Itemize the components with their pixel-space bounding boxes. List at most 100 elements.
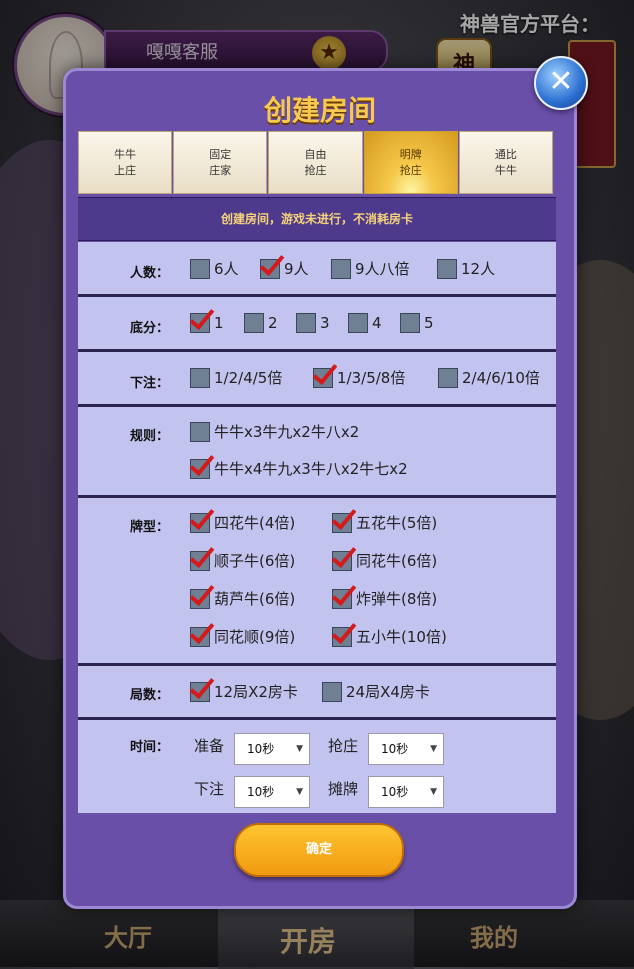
checkbox-icon[interactable] xyxy=(332,550,352,571)
option-label: 牛牛x4牛九x3牛八x2牛七x2 xyxy=(214,460,408,478)
option-label: 4 xyxy=(372,314,382,332)
row-label-base: 底分： xyxy=(130,321,170,336)
option-label: 24局X4房卡 xyxy=(346,683,430,701)
checkbox-icon[interactable] xyxy=(348,313,368,333)
time-select-value: 10秒 xyxy=(247,742,275,756)
checkbox-icon[interactable] xyxy=(332,626,352,647)
option-card-types[interactable]: 五小牛(10倍) xyxy=(332,626,447,647)
time-select-value: 10秒 xyxy=(247,785,275,799)
option-label: 牛牛x3牛九x2牛八x2 xyxy=(214,423,360,441)
time-select-value: 10秒 xyxy=(381,785,409,799)
option-card-types[interactable]: 四花牛(4倍) xyxy=(190,512,295,533)
checkbox-icon[interactable] xyxy=(296,313,316,333)
time-select-label: 摊牌 xyxy=(328,780,359,798)
checkbox-icon[interactable] xyxy=(190,458,210,479)
row-rounds: 局数： xyxy=(78,666,556,720)
option-label: 1/2/4/5倍 xyxy=(214,369,283,387)
row-label-time: 时间： xyxy=(130,740,170,755)
chevron-down-icon: ▼ xyxy=(296,787,303,797)
option-card-types[interactable]: 葫芦牛(6倍) xyxy=(190,588,295,609)
option-rounds[interactable]: 12局X2房卡 xyxy=(190,681,298,702)
close-icon[interactable]: ✕ xyxy=(534,56,588,110)
row-time: 时间： xyxy=(78,720,556,813)
checkbox-icon[interactable] xyxy=(190,421,210,442)
checkbox-icon[interactable] xyxy=(244,313,264,333)
time-select-label: 下注 xyxy=(194,780,225,798)
option-label: 12局X2房卡 xyxy=(214,683,298,701)
option-label: 五花牛(5倍) xyxy=(356,514,438,532)
option-label: 2 xyxy=(268,314,278,332)
tab-mode[interactable]: 自由 抢庄 xyxy=(268,131,363,194)
checkbox-icon[interactable] xyxy=(331,258,351,279)
option-label: 9人 xyxy=(284,260,309,278)
option-rules[interactable]: 牛牛x4牛九x3牛八x2牛七x2 xyxy=(190,458,408,479)
checkbox-icon[interactable] xyxy=(190,626,210,647)
checkbox-icon[interactable] xyxy=(332,588,352,609)
tab-mode[interactable]: 明牌 抢庄 xyxy=(363,131,458,194)
option-card-types[interactable]: 同花牛(6倍) xyxy=(332,550,437,571)
option-card-types[interactable]: 炸弹牛(8倍) xyxy=(332,588,437,609)
chevron-down-icon: ▼ xyxy=(430,787,437,797)
option-players[interactable]: 12人 xyxy=(437,258,495,279)
checkbox-icon[interactable] xyxy=(190,367,210,388)
option-base[interactable]: 5 xyxy=(400,313,434,333)
checkbox-icon[interactable] xyxy=(260,258,280,279)
time-select-label: 准备 xyxy=(194,737,225,755)
time-select[interactable]: 10秒 ▼ xyxy=(368,733,444,765)
option-label: 葫芦牛(6倍) xyxy=(214,590,296,608)
option-base[interactable]: 1 xyxy=(190,313,224,333)
tab-mode[interactable]: 通比 牛牛 xyxy=(458,131,554,194)
checkbox-icon[interactable] xyxy=(190,313,210,333)
option-label: 12人 xyxy=(461,260,496,278)
option-card-types[interactable]: 顺子牛(6倍) xyxy=(190,550,295,571)
option-players[interactable]: 6人 xyxy=(190,258,239,279)
option-bet[interactable]: 1/2/4/5倍 xyxy=(190,367,282,388)
checkbox-icon[interactable] xyxy=(400,313,420,333)
row-label-bet: 下注： xyxy=(130,376,170,391)
checkbox-icon[interactable] xyxy=(190,681,210,702)
option-card-types[interactable]: 五花牛(5倍) xyxy=(332,512,437,533)
option-base[interactable]: 3 xyxy=(296,313,330,333)
dialog-title: 创建房间 xyxy=(263,94,376,127)
option-bet[interactable]: 2/4/6/10倍 xyxy=(438,367,540,388)
option-label: 同花顺(9倍) xyxy=(214,628,296,646)
row-label-rounds: 局数： xyxy=(130,688,170,703)
option-rules[interactable]: 牛牛x3牛九x2牛八x2 xyxy=(190,421,359,442)
row-label-players: 人数： xyxy=(130,266,170,281)
option-label: 同花牛(6倍) xyxy=(356,552,438,570)
checkbox-icon[interactable] xyxy=(438,367,458,388)
option-label: 1/3/5/8倍 xyxy=(337,369,406,387)
option-label: 6人 xyxy=(214,260,239,278)
option-rounds[interactable]: 24局X4房卡 xyxy=(322,681,430,702)
confirm-button[interactable]: 确定 xyxy=(234,823,404,877)
option-players[interactable]: 9人八倍 xyxy=(331,258,410,279)
option-label: 顺子牛(6倍) xyxy=(214,552,296,570)
tab-mode[interactable]: 牛牛 上庄 xyxy=(78,131,173,194)
time-select-label: 抢庄 xyxy=(328,737,359,755)
option-label: 炸弹牛(8倍) xyxy=(356,590,438,608)
checkbox-icon[interactable] xyxy=(332,512,352,533)
option-players[interactable]: 9人 xyxy=(260,258,309,279)
tab-mode[interactable]: 固定 庄家 xyxy=(173,131,268,194)
checkbox-icon[interactable] xyxy=(190,512,210,533)
checkbox-icon[interactable] xyxy=(322,681,342,702)
option-base[interactable]: 2 xyxy=(244,313,278,333)
time-select-value: 10秒 xyxy=(381,742,409,756)
checkbox-icon[interactable] xyxy=(190,588,210,609)
notice-banner: 创建房间，游戏未进行，不消耗房卡 xyxy=(78,197,556,241)
option-label: 五小牛(10倍) xyxy=(356,628,447,646)
checkbox-icon[interactable] xyxy=(437,258,457,279)
row-label-rules: 规则： xyxy=(130,429,170,444)
checkbox-icon[interactable] xyxy=(190,258,210,279)
option-card-types[interactable]: 同花顺(9倍) xyxy=(190,626,295,647)
time-select[interactable]: 10秒 ▼ xyxy=(234,776,310,808)
option-base[interactable]: 4 xyxy=(348,313,382,333)
checkbox-icon[interactable] xyxy=(190,550,210,571)
checkbox-icon[interactable] xyxy=(313,367,333,388)
time-select[interactable]: 10秒 ▼ xyxy=(368,776,444,808)
time-select[interactable]: 10秒 ▼ xyxy=(234,733,310,765)
option-label: 3 xyxy=(320,314,330,332)
option-bet[interactable]: 1/3/5/8倍 xyxy=(313,367,405,388)
chevron-down-icon: ▼ xyxy=(296,744,303,754)
chevron-down-icon: ▼ xyxy=(430,744,437,754)
